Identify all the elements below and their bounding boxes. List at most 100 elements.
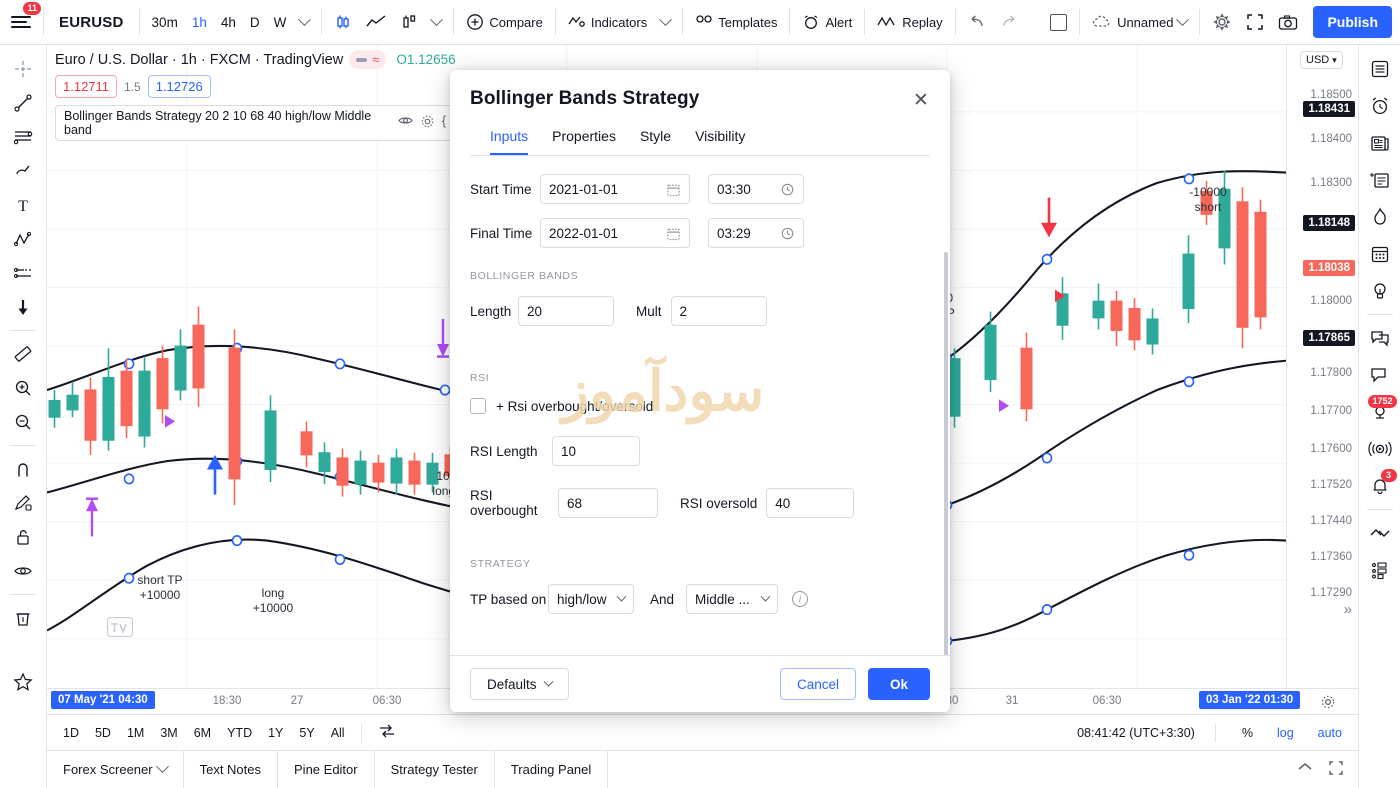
zoom-in-tool[interactable] [6, 372, 40, 404]
final-time-input[interactable]: 03:29 [708, 218, 804, 248]
object-tree-icon[interactable] [1363, 552, 1397, 588]
tab-forex-screener[interactable]: Forex Screener [47, 751, 184, 788]
range-5d[interactable]: 5D [87, 722, 119, 744]
indicators-more-button[interactable] [654, 7, 677, 37]
magnet-tool[interactable] [6, 453, 40, 485]
clock-icon[interactable] [780, 182, 795, 197]
notifications-bell-icon[interactable]: 3 [1363, 468, 1397, 504]
patterns-tool[interactable] [6, 223, 40, 255]
close-icon[interactable]: ✕ [908, 87, 934, 113]
timeframe-d[interactable]: D [243, 7, 267, 37]
ask-price[interactable]: 1.12726 [147, 75, 211, 98]
rsi-overbought-input[interactable]: 68 [558, 488, 658, 518]
chart-type-more-button[interactable] [425, 7, 448, 37]
calendar-icon[interactable] [666, 226, 681, 241]
chart-settings-button[interactable] [1205, 7, 1239, 37]
range-ytd[interactable]: YTD [219, 722, 260, 744]
rsi-overbought-oversold-checkbox[interactable] [470, 398, 486, 414]
more-options-icon[interactable]: { [442, 114, 446, 132]
fib-retracement-tool[interactable] [6, 121, 40, 153]
news-icon[interactable] [1363, 125, 1397, 161]
expand-panel-icon[interactable] [1328, 760, 1344, 779]
auto-scale-button[interactable]: auto [1312, 723, 1348, 743]
indicators-button[interactable]: Indicators [561, 7, 654, 37]
zoom-out-tool[interactable] [6, 406, 40, 438]
indicator-legend-row[interactable]: Bollinger Bands Strategy 20 2 10 68 40 h… [55, 105, 455, 141]
undo-button[interactable] [961, 7, 993, 37]
alert-button[interactable]: Alert [795, 7, 859, 37]
ok-button[interactable]: Ok [867, 668, 930, 700]
public-chat-icon[interactable] [1363, 320, 1397, 356]
tab-properties[interactable]: Properties [552, 122, 616, 155]
settings-gear-icon[interactable] [420, 114, 435, 132]
brush-tool[interactable] [6, 155, 40, 187]
range-5y[interactable]: 5Y [291, 722, 322, 744]
main-menu-button[interactable]: 11 [6, 2, 41, 37]
info-icon[interactable]: i [792, 591, 809, 607]
final-date-input[interactable]: 2022-01-01 [540, 218, 690, 248]
publish-button[interactable]: Publish [1313, 6, 1392, 38]
snapshot-button[interactable] [1271, 7, 1305, 37]
mult-input[interactable]: 2 [670, 296, 767, 326]
replay-button[interactable]: Replay [870, 7, 949, 37]
timeframe-1h[interactable]: 1h [185, 7, 214, 37]
clock-icon[interactable] [780, 226, 795, 241]
timeframe-w[interactable]: W [267, 7, 294, 37]
range-1m[interactable]: 1M [119, 722, 152, 744]
chart-type-bars-button[interactable] [393, 7, 425, 37]
go-to-date-button[interactable] [370, 719, 404, 746]
start-date-input[interactable]: 2021-01-01 [540, 174, 690, 204]
start-time-input[interactable]: 03:30 [708, 174, 804, 204]
layout-select-button[interactable] [1043, 7, 1074, 37]
chart-type-candles-button[interactable] [327, 7, 359, 37]
compare-button[interactable]: Compare [459, 7, 549, 37]
broadcast-icon[interactable] [1363, 431, 1397, 467]
remove-drawings-tool[interactable] [6, 602, 40, 634]
tp-basis-select[interactable]: high/low [548, 584, 634, 614]
private-chat-icon[interactable] [1363, 357, 1397, 393]
tab-strategy-tester[interactable]: Strategy Tester [375, 751, 495, 788]
length-input[interactable]: 20 [518, 296, 614, 326]
price-axis[interactable]: USD ▾ 1.18500 1.18400 1.18300 1.18200 1.… [1286, 45, 1358, 688]
text-tool[interactable]: T [6, 189, 40, 221]
trend-line-tool[interactable] [6, 87, 40, 119]
timeframe-30m[interactable]: 30m [145, 7, 185, 37]
bid-price[interactable]: 1.12711 [55, 75, 118, 98]
range-3m[interactable]: 3M [152, 722, 185, 744]
time-axis-settings-icon[interactable] [1320, 694, 1336, 713]
band-select[interactable]: Middle ... [686, 584, 779, 614]
tab-inputs[interactable]: Inputs [490, 122, 529, 155]
alerts-panel-icon[interactable] [1363, 88, 1397, 124]
hotlist-flame-icon[interactable] [1363, 199, 1397, 235]
calendar-icon[interactable] [1363, 236, 1397, 272]
chart-type-line-button[interactable] [359, 7, 393, 37]
favorites-tool[interactable] [6, 666, 40, 698]
ideas-lightbulb-icon[interactable] [1363, 273, 1397, 309]
measure-tool[interactable] [6, 338, 40, 370]
currency-selector[interactable]: USD ▾ [1300, 51, 1343, 69]
tab-text-notes[interactable]: Text Notes [184, 751, 279, 788]
symbol-title[interactable]: Euro / U.S. Dollar · 1h · FXCM · Trading… [55, 52, 343, 68]
defaults-button[interactable]: Defaults [470, 668, 569, 700]
arrow-down-tool[interactable] [6, 291, 40, 323]
range-all[interactable]: All [323, 722, 353, 744]
range-6m[interactable]: 6M [186, 722, 219, 744]
stay-in-drawing-mode-tool[interactable] [6, 487, 40, 519]
prediction-tool[interactable] [6, 257, 40, 289]
tab-visibility[interactable]: Visibility [695, 122, 745, 155]
redo-button[interactable] [993, 7, 1025, 37]
rsi-oversold-input[interactable]: 40 [766, 488, 855, 518]
hide-drawings-tool[interactable] [6, 555, 40, 587]
collapse-panel-icon[interactable] [1296, 760, 1314, 779]
saved-layout-button[interactable]: Unnamed [1085, 7, 1194, 37]
timeframe-more-button[interactable] [293, 7, 316, 37]
symbol-search-button[interactable]: EURUSD [49, 14, 134, 31]
dialog-scrollbar[interactable] [944, 252, 948, 655]
percent-scale-button[interactable]: % [1236, 723, 1259, 743]
calendar-icon[interactable] [666, 182, 681, 197]
range-1y[interactable]: 1Y [260, 722, 291, 744]
chevrons-icon[interactable] [1363, 515, 1397, 551]
lock-drawings-tool[interactable] [6, 521, 40, 553]
fullscreen-button[interactable] [1239, 7, 1271, 37]
timeframe-4h[interactable]: 4h [214, 7, 243, 37]
